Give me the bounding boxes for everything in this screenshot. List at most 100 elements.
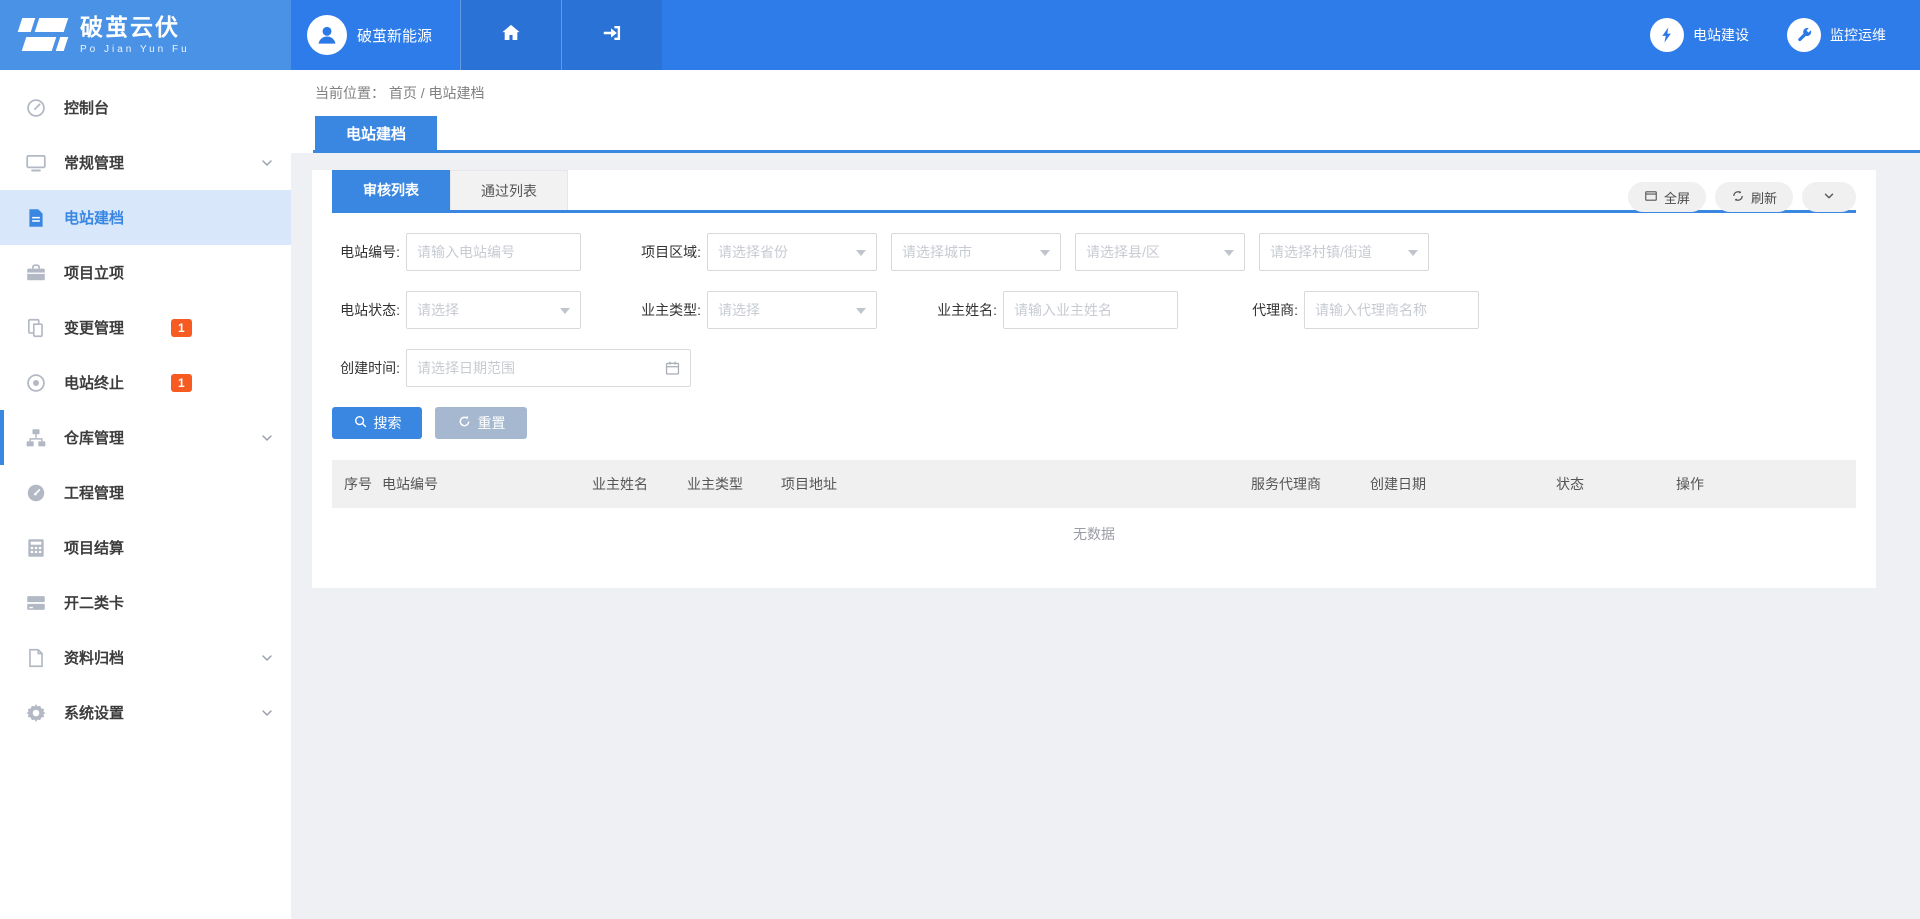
notification-badge: 1 xyxy=(171,319,192,337)
list-tabs: 审核列表 通过列表 xyxy=(332,170,1856,210)
card-icon xyxy=(25,592,47,614)
caret-down-icon xyxy=(856,250,866,256)
nav-monitoring-ops-label: 监控运维 xyxy=(1830,25,1886,45)
select-placeholder: 请选择村镇/街道 xyxy=(1270,242,1372,262)
table-header: 序号电站编号业主姓名业主类型项目地址服务代理商创建日期状态操作 xyxy=(332,460,1856,508)
avatar-person-icon xyxy=(307,15,347,55)
target-icon xyxy=(25,372,47,394)
table-empty-state: 无数据 xyxy=(332,508,1856,566)
caret-down-icon xyxy=(1408,250,1418,256)
create-time-label: 创建时间: xyxy=(332,358,400,378)
nav-monitoring-ops[interactable]: 监控运维 xyxy=(1787,18,1886,52)
create-time-range-input[interactable] xyxy=(406,349,691,387)
station-status-select[interactable]: 请选择 xyxy=(406,291,581,329)
sidebar-item-label: 系统设置 xyxy=(64,702,124,723)
reset-button[interactable]: 重置 xyxy=(435,407,527,439)
agent-label: 代理商: xyxy=(1230,300,1298,320)
sidebar-item-label: 项目立项 xyxy=(64,262,124,283)
agent-input[interactable] xyxy=(1304,291,1479,329)
calculator-icon xyxy=(25,537,47,559)
breadcrumb: 当前位置： 首页 / 电站建档 xyxy=(315,83,485,103)
copy-icon xyxy=(25,317,47,339)
document-icon xyxy=(25,207,47,229)
gear-icon xyxy=(25,702,47,724)
caret-down-icon xyxy=(560,308,570,314)
search-button[interactable]: 搜索 xyxy=(332,407,422,439)
sidebar-item-3[interactable]: 项目立项 xyxy=(0,245,291,300)
sidebar-item-label: 电站建档 xyxy=(64,207,124,228)
county-select[interactable]: 请选择县/区 xyxy=(1075,233,1245,271)
owner-name-label: 业主姓名: xyxy=(929,300,997,320)
notification-badge: 1 xyxy=(171,374,192,392)
chevron-down-icon xyxy=(259,155,275,171)
caret-down-icon xyxy=(1040,250,1050,256)
list-card: 全屏 刷新 审核列表 通 xyxy=(312,170,1876,588)
owner-name-input[interactable] xyxy=(1003,291,1178,329)
home-icon xyxy=(500,22,522,49)
sidebar-item-7[interactable]: 工程管理 xyxy=(0,465,291,520)
column-header-8: 操作 xyxy=(1676,474,1856,494)
slash-logo-icon xyxy=(20,16,68,54)
select-placeholder: 请选择城市 xyxy=(902,242,972,262)
home-button[interactable] xyxy=(460,0,561,70)
sidebar-item-8[interactable]: 项目结算 xyxy=(0,520,291,575)
wrench-icon xyxy=(1787,18,1821,52)
sidebar-item-label: 控制台 xyxy=(64,97,109,118)
login-arrow-icon xyxy=(601,22,623,49)
sidebar-item-label: 工程管理 xyxy=(64,482,124,503)
reset-label: 重置 xyxy=(478,413,506,433)
station-status-label: 电站状态: xyxy=(332,300,400,320)
page-content: 全屏 刷新 审核列表 通 xyxy=(291,153,1920,919)
sidebar-item-5[interactable]: 电站终止 1 xyxy=(0,355,291,410)
station-status-placeholder: 请选择 xyxy=(417,300,459,320)
user-name: 破茧新能源 xyxy=(357,25,432,46)
brand-title: 破茧云伏 xyxy=(80,15,190,40)
reset-icon xyxy=(457,414,472,432)
sidebar-item-label: 变更管理 xyxy=(64,317,124,338)
column-header-0: 序号 xyxy=(344,474,382,494)
search-icon xyxy=(353,414,368,432)
tab-review-list[interactable]: 审核列表 xyxy=(332,170,450,210)
dashboard-icon xyxy=(25,97,47,119)
city-select[interactable]: 请选择城市 xyxy=(891,233,1061,271)
briefcase-icon xyxy=(25,262,47,284)
tab-passed-list[interactable]: 通过列表 xyxy=(450,170,568,210)
chevron-down-icon xyxy=(259,430,275,446)
app-header: 破茧云伏 Po Jian Yun Fu 破茧新能源 电站建设 xyxy=(0,0,1920,70)
sidebar-item-label: 常规管理 xyxy=(64,152,124,173)
sidebar-item-4[interactable]: 变更管理 1 xyxy=(0,300,291,355)
column-header-7: 状态 xyxy=(1556,474,1676,494)
sitemap-icon xyxy=(25,427,47,449)
sidebar-item-0[interactable]: 控制台 xyxy=(0,80,291,135)
select-placeholder: 请选择省份 xyxy=(718,242,788,262)
column-header-3: 业主类型 xyxy=(687,474,781,494)
region-label: 项目区域: xyxy=(633,242,701,262)
sidebar-item-label: 电站终止 xyxy=(64,372,124,393)
select-placeholder: 请选择县/区 xyxy=(1086,242,1160,262)
sidebar-item-label: 仓库管理 xyxy=(64,427,124,448)
station-no-input[interactable] xyxy=(406,233,581,271)
brand-logo: 破茧云伏 Po Jian Yun Fu xyxy=(0,0,291,70)
nav-station-construction[interactable]: 电站建设 xyxy=(1650,18,1749,52)
breadcrumb-path: 首页 / 电站建档 xyxy=(389,85,485,101)
sidebar-item-label: 开二类卡 xyxy=(64,592,124,613)
owner-type-placeholder: 请选择 xyxy=(718,300,760,320)
column-header-1: 电站编号 xyxy=(382,474,592,494)
logout-button[interactable] xyxy=(561,0,662,70)
chevron-down-icon xyxy=(259,650,275,666)
sidebar-item-1[interactable]: 常规管理 xyxy=(0,135,291,190)
province-select[interactable]: 请选择省份 xyxy=(707,233,877,271)
town-select[interactable]: 请选择村镇/街道 xyxy=(1259,233,1429,271)
owner-type-select[interactable]: 请选择 xyxy=(707,291,877,329)
brand-subtitle: Po Jian Yun Fu xyxy=(80,44,190,55)
sidebar-item-2[interactable]: 电站建档 xyxy=(0,190,291,245)
user-menu[interactable]: 破茧新能源 xyxy=(291,0,460,70)
sidebar-item-10[interactable]: 资料归档 xyxy=(0,630,291,685)
column-header-6: 创建日期 xyxy=(1370,474,1556,494)
sidebar-item-11[interactable]: 系统设置 xyxy=(0,685,291,740)
page-tab-station-archive[interactable]: 电站建档 xyxy=(315,116,437,150)
sidebar-item-label: 资料归档 xyxy=(64,647,124,668)
column-header-2: 业主姓名 xyxy=(592,474,687,494)
sidebar-item-6[interactable]: 仓库管理 xyxy=(0,410,291,465)
sidebar-item-9[interactable]: 开二类卡 xyxy=(0,575,291,630)
